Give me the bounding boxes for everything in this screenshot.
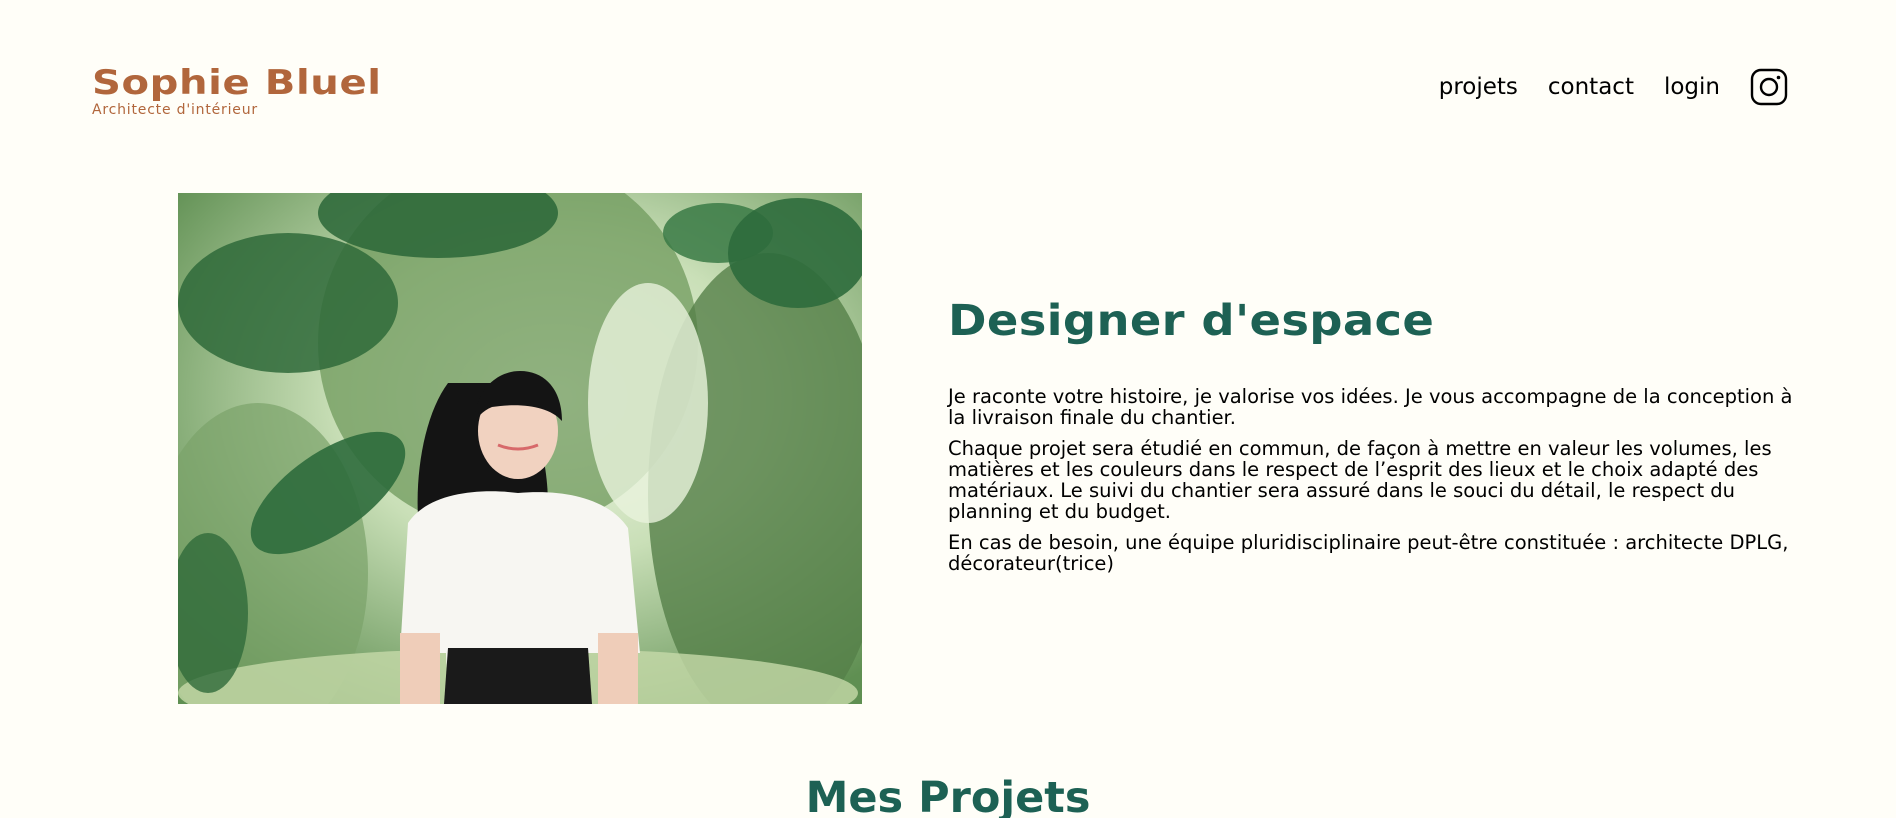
main-nav: projets contact login xyxy=(1439,68,1788,106)
portrait-photo xyxy=(178,193,862,704)
logo-subtitle: Architecte d'intérieur xyxy=(92,102,258,118)
nav-link-login[interactable]: login xyxy=(1664,68,1720,106)
instagram-link[interactable] xyxy=(1750,68,1788,106)
nav-link-projets[interactable]: projets xyxy=(1439,68,1518,106)
logo[interactable]: Sophie Bluel Architecte d'intérieur xyxy=(92,66,381,118)
introduction-paragraph-3: En cas de besoin, une équipe pluridiscip… xyxy=(948,531,1789,575)
introduction-paragraph-2: Chaque projet sera étudié en commun, de … xyxy=(948,437,1772,523)
introduction-title: Designer d'espace xyxy=(948,296,1435,346)
portfolio-title: Mes Projets xyxy=(805,773,1091,818)
introduction-paragraph-1: Je raconte votre histoire, je valorise v… xyxy=(948,385,1793,429)
introduction-text: Designer d'espace Je raconte votre histo… xyxy=(948,296,1808,584)
nav-link-contact[interactable]: contact xyxy=(1548,68,1634,106)
logo-title: Sophie Bluel xyxy=(92,63,382,103)
instagram-icon xyxy=(1750,68,1788,106)
